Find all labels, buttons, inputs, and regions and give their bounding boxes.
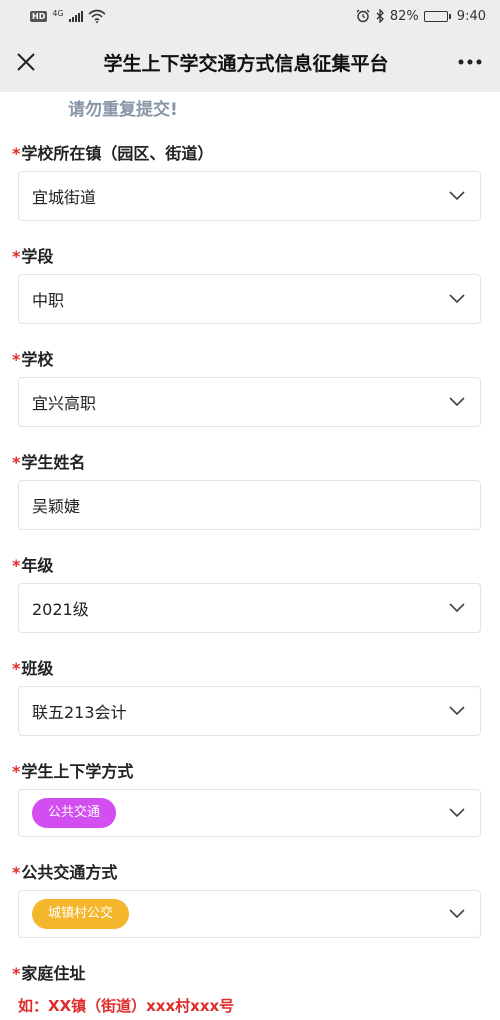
public-transport-select[interactable]: 城镇村公交	[18, 890, 481, 938]
field-public-transport: *公共交通方式 城镇村公交	[12, 855, 481, 938]
status-bar: HD 4G 82% 9:40	[0, 0, 500, 32]
field-student-name: *学生姓名 吴颖婕	[12, 445, 481, 530]
close-icon	[17, 53, 35, 71]
field-label: *学校	[12, 350, 54, 369]
page-title: 学生上下学交通方式信息征集平台	[103, 52, 389, 75]
class-select[interactable]: 联五213会计	[18, 686, 481, 736]
field-label: *学生姓名	[12, 453, 86, 472]
required-mark: *	[12, 144, 21, 163]
field-label: *班级	[12, 659, 54, 678]
input-value: 吴颖婕	[32, 497, 81, 516]
chevron-down-icon	[448, 290, 466, 308]
network-type: 4G	[52, 8, 64, 18]
chevron-down-icon	[448, 804, 466, 822]
field-label: *学段	[12, 247, 54, 266]
more-icon	[458, 59, 482, 65]
field-label: *学生上下学方式	[12, 762, 134, 781]
close-button[interactable]	[14, 50, 38, 74]
battery-icon	[423, 10, 451, 22]
student-name-input[interactable]: 吴颖婕	[18, 480, 481, 530]
field-label: *公共交通方式	[12, 863, 118, 882]
town-select[interactable]: 宜城街道	[18, 171, 481, 221]
required-mark: *	[12, 247, 21, 266]
wifi-icon	[88, 9, 106, 23]
status-bar-left: HD 4G	[30, 9, 106, 23]
field-stage: *学段 中职	[12, 239, 481, 324]
chevron-down-icon	[448, 702, 466, 720]
alarm-icon	[356, 9, 370, 23]
chevron-down-icon	[448, 393, 466, 411]
select-value: 2021级	[32, 600, 89, 619]
required-mark: *	[12, 964, 21, 983]
field-class: *班级 联五213会计	[12, 651, 481, 736]
selected-tag[interactable]: 公共交通	[32, 798, 117, 828]
chevron-down-icon	[448, 905, 466, 923]
bluetooth-icon	[376, 9, 384, 23]
field-commute-mode: *学生上下学方式 公共交通	[12, 754, 481, 837]
stage-select[interactable]: 中职	[18, 274, 481, 324]
school-select[interactable]: 宜兴高职	[18, 377, 481, 427]
field-school: *学校 宜兴高职	[12, 342, 481, 427]
required-mark: *	[12, 453, 21, 472]
selected-tag[interactable]: 城镇村公交	[32, 899, 130, 929]
address-hint: 如：XX镇（街道）xxx村xxx号	[18, 997, 235, 1015]
required-mark: *	[12, 556, 21, 575]
field-town: *学校所在镇（园区、街道） 宜城街道	[12, 136, 481, 221]
field-label: *学校所在镇（园区、街道）	[12, 144, 214, 163]
status-bar-right: 82% 9:40	[356, 9, 486, 24]
grade-select[interactable]: 2021级	[18, 583, 481, 633]
form-content: 请勿重复提交! *学校所在镇（园区、街道） 宜城街道 *学段 中职 *学校 宜兴…	[0, 92, 500, 1016]
select-value: 中职	[32, 291, 65, 310]
field-grade: *年级 2021级	[12, 548, 481, 633]
select-value: 宜兴高职	[32, 394, 97, 413]
field-label: *年级	[12, 556, 54, 575]
battery-percent: 82%	[389, 8, 419, 24]
notice-text: 请勿重复提交!	[68, 100, 178, 120]
clock: 9:40	[456, 8, 486, 24]
nav-bar: 学生上下学交通方式信息征集平台	[0, 32, 500, 92]
commute-mode-select[interactable]: 公共交通	[18, 789, 481, 837]
required-mark: *	[12, 350, 21, 369]
field-home-address: *家庭住址 如：XX镇（街道）xxx村xxx号	[12, 956, 481, 1016]
more-button[interactable]	[454, 50, 486, 74]
signal-icon	[68, 10, 83, 22]
field-label: *家庭住址	[12, 964, 86, 983]
required-mark: *	[12, 863, 21, 882]
hd-badge: HD	[30, 10, 48, 22]
chevron-down-icon	[448, 187, 466, 205]
required-mark: *	[12, 762, 21, 781]
select-value: 宜城街道	[32, 188, 97, 207]
select-value: 联五213会计	[32, 703, 127, 722]
chevron-down-icon	[448, 599, 466, 617]
required-mark: *	[12, 659, 21, 678]
